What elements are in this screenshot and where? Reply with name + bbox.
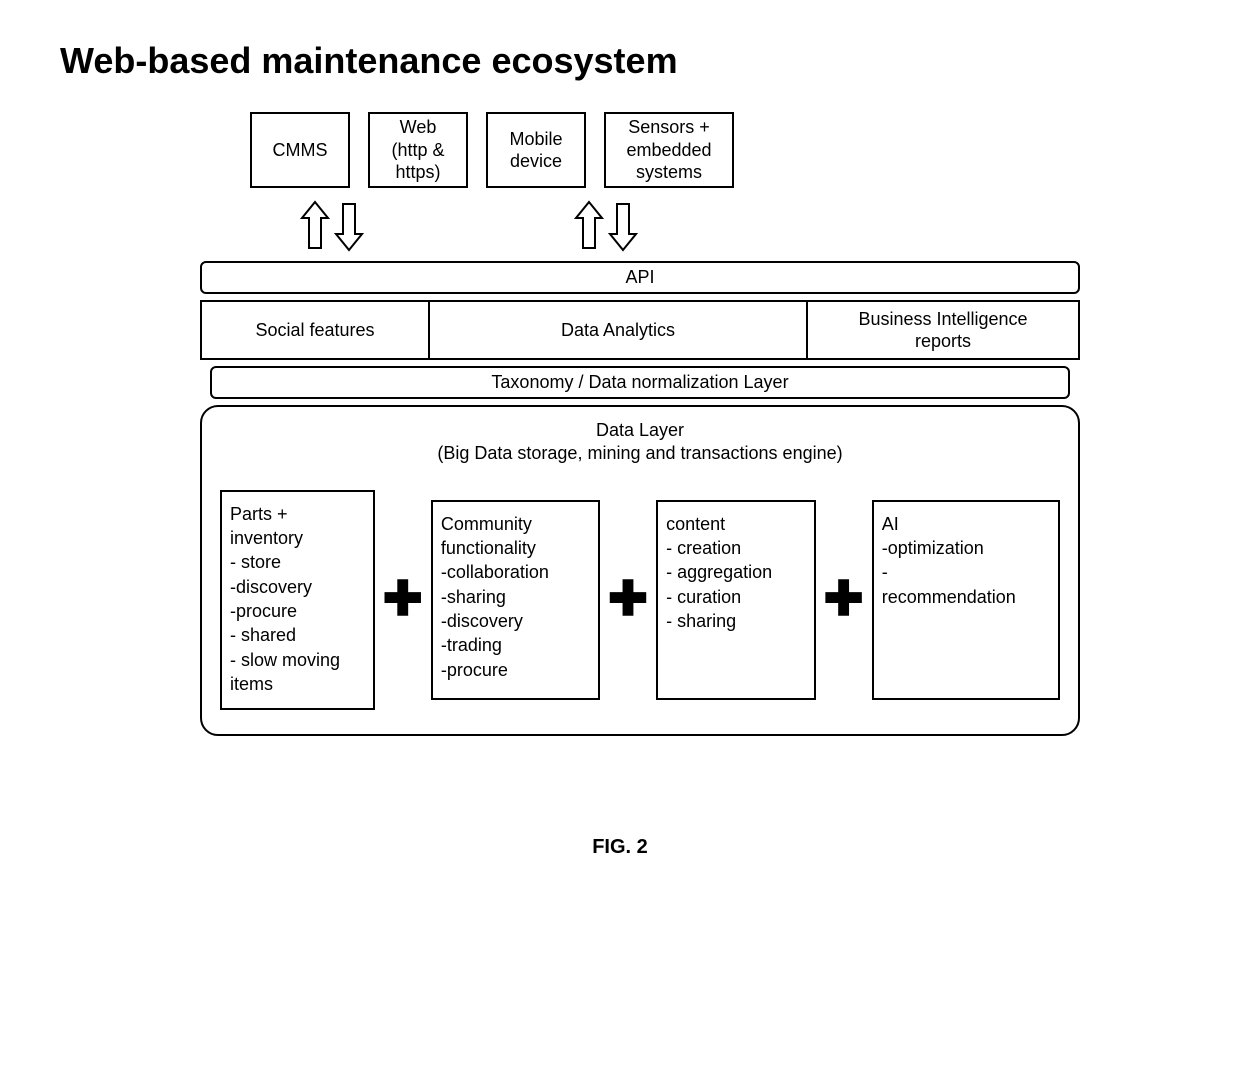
box-web: Web (http & https) — [368, 112, 468, 188]
arrow-up-icon — [300, 200, 330, 252]
box-content: content - creation - aggregation - curat… — [656, 500, 815, 700]
box-sensors: Sensors + embedded systems — [604, 112, 734, 188]
box-community: Community functionality -collaboration -… — [431, 500, 600, 700]
layer-taxonomy: Taxonomy / Data normalization Layer — [210, 366, 1070, 399]
box-data-analytics: Data Analytics — [428, 300, 808, 360]
plus-icon: ✚ — [822, 576, 866, 624]
mid-layer-row: Social features Data Analytics Business … — [200, 300, 1080, 360]
arrow-pair-right — [574, 198, 638, 253]
diagram-title: Web-based maintenance ecosystem — [60, 40, 1180, 82]
arrow-up-icon — [574, 200, 604, 252]
plus-icon: ✚ — [606, 576, 650, 624]
box-ai: AI -optimization - recommendation — [872, 500, 1060, 700]
arrow-down-icon — [608, 200, 638, 252]
box-parts-inventory: Parts + inventory - store -discovery -pr… — [220, 490, 375, 710]
arrow-down-icon — [334, 200, 364, 252]
layer-data: Data Layer (Big Data storage, mining and… — [200, 405, 1080, 736]
box-bi-reports: Business Intelligence reports — [806, 300, 1080, 360]
box-mobile: Mobile device — [486, 112, 586, 188]
box-social-features: Social features — [200, 300, 430, 360]
arrow-pair-left — [300, 198, 364, 253]
top-clients-row: CMMS Web (http & https) Mobile device Se… — [250, 112, 1080, 188]
data-layer-header: Data Layer (Big Data storage, mining and… — [220, 419, 1060, 466]
layer-api: API — [200, 261, 1080, 294]
figure-caption: FIG. 2 — [60, 836, 1180, 859]
plus-icon: ✚ — [381, 576, 425, 624]
arrow-row — [260, 198, 1080, 253]
diagram-container: CMMS Web (http & https) Mobile device Se… — [200, 112, 1080, 736]
box-cmms: CMMS — [250, 112, 350, 188]
data-layer-row: Parts + inventory - store -discovery -pr… — [220, 490, 1060, 710]
